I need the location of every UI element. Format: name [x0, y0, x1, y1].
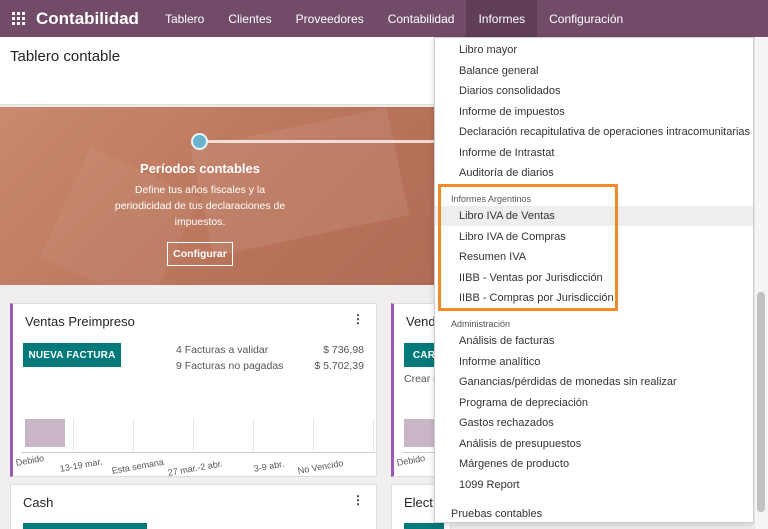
chart-gridline	[73, 419, 74, 451]
scrollbar-thumb[interactable]	[757, 292, 765, 512]
chart-tick-label: 13-19 mar.	[59, 456, 104, 474]
menu-item-informe-impuestos[interactable]: Informe de impuestos	[459, 106, 565, 118]
configure-button[interactable]: Configurar	[167, 242, 233, 266]
invoice-aging-chart[interactable]: Debido 13-19 mar. Esta semana 27 mar.-2 …	[13, 414, 375, 478]
app-brand[interactable]: Contabilidad	[36, 9, 139, 29]
chart-tick-label: Debido	[15, 453, 45, 468]
step-title: Períodos contables	[140, 161, 260, 176]
menu-item-intrastat[interactable]: Informe de Intrastat	[459, 147, 554, 159]
journal-card-ventas: Ventas Preimpreso ⋮ NUEVA FACTURA 4 Fact…	[10, 303, 377, 478]
menu-item-analisis-facturas[interactable]: Análisis de facturas	[459, 335, 554, 347]
chart-tick-label: 27 mar.-2 abr.	[167, 458, 224, 478]
menu-item-1099-report[interactable]: 1099 Report	[459, 479, 520, 491]
chart-gridline	[373, 419, 374, 451]
card-title[interactable]: Ventas Preimpreso	[25, 314, 135, 329]
menu-item-diarios-consolidados[interactable]: Diarios consolidados	[459, 85, 561, 97]
kebab-menu-icon[interactable]: ⋮	[352, 312, 364, 326]
progress-line	[200, 140, 440, 143]
chart-gridline	[313, 419, 314, 451]
menu-item-informe-analitico[interactable]: Informe analítico	[459, 356, 540, 368]
elect-action-button[interactable]	[404, 523, 444, 529]
nav-proveedores[interactable]: Proveedores	[284, 0, 376, 37]
apps-menu-icon[interactable]	[0, 0, 36, 37]
nav-tablero[interactable]: Tablero	[153, 0, 216, 37]
kebab-menu-icon[interactable]: ⋮	[352, 493, 364, 507]
stat-value: $ 736,98	[323, 344, 364, 356]
card-title[interactable]: Cash	[23, 495, 53, 510]
chart-axis	[21, 452, 375, 453]
nav-contabilidad[interactable]: Contabilidad	[376, 0, 467, 37]
chart-tick-label: 3-9 abr.	[253, 458, 285, 474]
cash-action-button[interactable]	[23, 523, 147, 529]
stat-label[interactable]: 4 Facturas a validar	[176, 344, 268, 356]
menu-item-analisis-presupuestos[interactable]: Análisis de presupuestos	[459, 438, 581, 450]
stat-label[interactable]: 9 Facturas no pagadas	[176, 360, 283, 372]
new-invoice-button[interactable]: NUEVA FACTURA	[23, 343, 121, 367]
menu-item-margenes-producto[interactable]: Márgenes de producto	[459, 458, 569, 470]
chart-gridline	[133, 419, 134, 451]
menu-item-pruebas-contables[interactable]: Pruebas contables	[451, 508, 542, 520]
menu-item-gastos-rechazados[interactable]: Gastos rechazados	[459, 417, 554, 429]
nav-informes[interactable]: Informes	[466, 0, 538, 37]
nav-configuracion[interactable]: Configuración	[537, 0, 635, 37]
journal-card-cash: Cash ⋮	[10, 484, 377, 529]
menu-section-header: Administración	[451, 319, 511, 329]
nav-clientes[interactable]: Clientes	[216, 0, 283, 37]
chart-gridline	[193, 419, 194, 451]
chart-tick-label: No Vencido	[297, 458, 345, 476]
step-description: Define tus años fiscales y la periodicid…	[114, 184, 286, 228]
menu-item-programa-depreciacion[interactable]: Programa de depreciación	[459, 397, 588, 409]
card-text[interactable]: Crear r	[404, 373, 437, 385]
page-title: Tablero contable	[10, 48, 121, 65]
chart-bar	[404, 419, 434, 447]
menu-item-declaracion-recapitulativa[interactable]: Declaración recapitulativa de operacione…	[459, 126, 750, 138]
menu-item-balance-general[interactable]: Balance general	[459, 65, 539, 77]
chart-tick-label: Debido	[396, 453, 426, 468]
highlight-annotation-box	[438, 184, 618, 311]
menu-item-auditoria-diarios[interactable]: Auditoría de diarios	[459, 167, 554, 179]
chart-tick-label: Esta semana	[111, 456, 165, 476]
chart-bar	[25, 419, 65, 447]
step-dot-icon[interactable]	[191, 133, 208, 150]
card-title[interactable]: Vend	[406, 314, 436, 329]
card-title[interactable]: Elect	[404, 495, 433, 510]
menu-item-libro-mayor[interactable]: Libro mayor	[459, 44, 517, 56]
chart-gridline	[253, 419, 254, 451]
stat-value: $ 5.702,39	[314, 360, 364, 372]
menu-item-ganancias-perdidas[interactable]: Ganancias/pérdidas de monedas sin realiz…	[459, 376, 677, 388]
top-navbar: Contabilidad Tablero Clientes Proveedore…	[0, 0, 768, 37]
